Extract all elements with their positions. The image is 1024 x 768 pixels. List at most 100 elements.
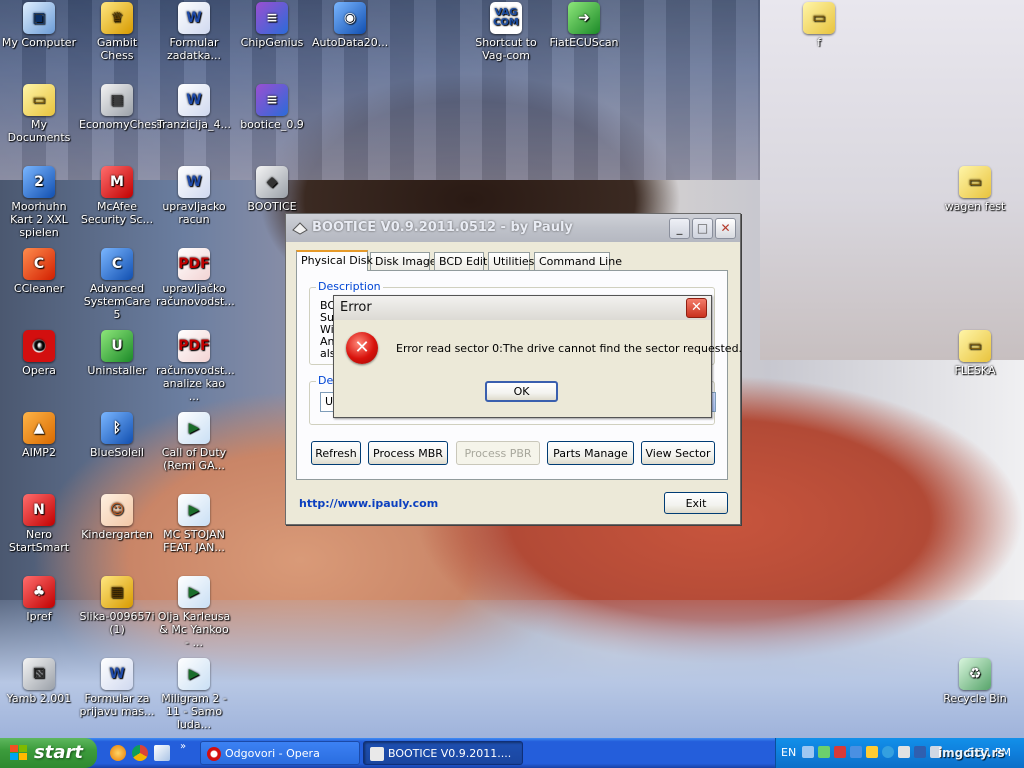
tab-disk-image[interactable]: Disk Image <box>370 252 437 270</box>
icon-label: FLESKA <box>954 364 996 377</box>
icon-label: Shortcut to Vag-com <box>475 36 537 62</box>
desktop-icon-bootice[interactable]: ◆ BOOTICE <box>233 166 311 213</box>
media-file-icon: ▶ <box>178 658 210 690</box>
desktop-icon-fleska[interactable]: ▭ FLESKA <box>936 330 1014 377</box>
application-window-icon: ▤ <box>101 84 133 116</box>
desktop-icon-my-documents[interactable]: ▭ My Documents <box>0 84 78 144</box>
quicklaunch-firefox-icon[interactable] <box>110 745 126 761</box>
ok-button[interactable]: OK <box>485 381 558 402</box>
taskbar-item-opera[interactable]: Odgovori - Opera <box>200 741 360 765</box>
quicklaunch-chrome-icon[interactable] <box>132 745 148 761</box>
process-pbr-button: Process PBR <box>456 441 540 465</box>
icon-label: Advanced SystemCare 5 <box>83 282 151 321</box>
desktop-icon-uninstaller[interactable]: U Uninstaller <box>78 330 156 377</box>
tray-systemcare-icon[interactable] <box>882 746 894 758</box>
desktop-icon-aimp2[interactable]: ▲ AIMP2 <box>0 412 78 459</box>
minimize-button[interactable]: _ <box>669 218 690 239</box>
tab-utilities[interactable]: Utilities <box>488 252 534 270</box>
language-indicator[interactable]: EN <box>781 738 796 768</box>
media-file-icon: ▶ <box>178 576 210 608</box>
icon-label: FiatECUScan <box>549 36 619 49</box>
desktop-icon-mcafee[interactable]: M McAfee Security Sc... <box>78 166 156 226</box>
watermark: imgcity.rs <box>938 746 1005 760</box>
desktop-icon-advanced-systemcare[interactable]: C Advanced SystemCare 5 <box>78 248 156 321</box>
desktop-icon-upravljacko-racun[interactable]: W upravljacko racun <box>155 166 233 226</box>
icon-label: Kindergarten <box>81 528 153 541</box>
start-button[interactable]: start <box>0 738 97 768</box>
desktop-icon-folder-f[interactable]: ▭ f <box>780 2 858 49</box>
view-sector-button[interactable]: View Sector <box>641 441 715 465</box>
icon-label: wagen fest <box>944 200 1006 213</box>
desktop-icon-mc-stojan[interactable]: ▶ MC STOJAN FEAT. JAN... <box>155 494 233 554</box>
tab-bcd-edit[interactable]: BCD Edit <box>434 252 487 270</box>
computer-icon: ▣ <box>23 2 55 34</box>
desktop-icon-ipref[interactable]: ♣ Ipref <box>0 576 78 623</box>
folder-icon: ▭ <box>959 330 991 362</box>
moorhuhn-icon: 2 <box>23 166 55 198</box>
desktop-icon-ccleaner[interactable]: C CCleaner <box>0 248 78 295</box>
archive-icon: ≡ <box>256 2 288 34</box>
desktop-icon-wagen-fest[interactable]: ▭ wagen fest <box>936 166 1014 213</box>
close-button[interactable]: ✕ <box>715 218 736 239</box>
windows-flag-icon <box>10 745 27 760</box>
desktop-icon-miligram[interactable]: ▶ Miligram 2 - 11 - Samo luda... <box>155 658 233 731</box>
exit-button[interactable]: Exit <box>664 492 728 514</box>
tray-network-icon[interactable] <box>802 746 814 758</box>
quicklaunch-explorer-icon[interactable] <box>154 745 170 761</box>
tray-display-icon[interactable] <box>898 746 910 758</box>
bootice-icon: ◆ <box>256 166 288 198</box>
icon-label: Miligram 2 - 11 - Samo luda... <box>161 692 227 731</box>
desktop-icon-my-computer[interactable]: ▣ My Computer <box>0 2 78 49</box>
desktop-icon-moorhuhn[interactable]: 2 Moorhuhn Kart 2 XXL spielen <box>0 166 78 239</box>
icon-label: My Computer <box>1 36 77 49</box>
icon-label: Olja Karleusa & Mc Yankoo - ... <box>157 610 231 649</box>
desktop-icon-economychess[interactable]: ▤ EconomyChess <box>78 84 163 131</box>
desktop-icon-call-of-duty[interactable]: ▶ Call of Duty (Remi GA... <box>155 412 233 472</box>
process-mbr-button[interactable]: Process MBR <box>368 441 448 465</box>
quicklaunch-chevron-icon[interactable]: » <box>180 742 190 752</box>
icon-label: AIMP2 <box>22 446 56 459</box>
error-dialog-title-bar[interactable]: Error ✕ <box>334 296 711 320</box>
desktop-icon-yamb[interactable]: ⚄ Yamb 2.001 <box>0 658 78 705</box>
desktop-icon-opera[interactable]: O Opera <box>0 330 78 377</box>
bluetooth-icon: ᛒ <box>101 412 133 444</box>
desktop-icon-autodata[interactable]: ◉ AutoData20... <box>311 2 389 49</box>
opera-icon: O <box>23 330 55 362</box>
icon-label: upravljačko računovodst... <box>156 282 235 308</box>
archive-icon: ≡ <box>256 84 288 116</box>
desktop-icon-slika[interactable]: ▦ Slika-009657i (1) <box>78 576 156 636</box>
desktop-icon-vag-com[interactable]: VAG COM Shortcut to Vag-com <box>467 2 545 62</box>
tray-shield-icon[interactable] <box>914 746 926 758</box>
icon-label: Slika-009657i (1) <box>79 610 155 636</box>
tray-security-icon[interactable] <box>834 746 846 758</box>
error-dialog-close-button[interactable]: ✕ <box>686 298 707 318</box>
desktop-icon-fiatecuscan[interactable]: ➜ FiatECUScan <box>545 2 623 49</box>
desktop-icon-formular-prijavu[interactable]: W Formular za prijavu mas... <box>78 658 156 718</box>
desktop-icon-gambit-chess[interactable]: ♛ Gambit Chess <box>78 2 156 62</box>
desktop-icon-bluesoleil[interactable]: ᛒ BlueSoleil <box>78 412 156 459</box>
tab-command-line[interactable]: Command Line <box>534 252 622 270</box>
tray-bluetooth-icon[interactable] <box>850 746 862 758</box>
tray-update-icon[interactable] <box>866 746 878 758</box>
parts-manage-button[interactable]: Parts Manage <box>547 441 634 465</box>
desktop-icon-kindergarten[interactable]: ☺ Kindergarten <box>78 494 156 541</box>
desktop-icon-upravljacko-pdf[interactable]: PDF upravljačko računovodst... <box>155 248 235 308</box>
desktop-icon-chipgenius[interactable]: ≡ ChipGenius <box>233 2 311 49</box>
desktop-icon-racunovodst-analize[interactable]: PDF računovodst... analize kao ... <box>155 330 235 403</box>
desktop-icon-bootice-archive[interactable]: ≡ bootice_0.9 <box>233 84 311 131</box>
tab-physical-disk[interactable]: Physical Disk <box>296 250 373 271</box>
refresh-button[interactable]: Refresh <box>311 441 361 465</box>
desktop-icon-olja-karleusa[interactable]: ▶ Olja Karleusa & Mc Yankoo - ... <box>155 576 233 649</box>
desktop-icon-tranzicija[interactable]: W Tranzicija_4... <box>155 84 233 131</box>
error-icon: ✕ <box>346 332 378 364</box>
tray-safe-remove-icon[interactable] <box>818 746 830 758</box>
desktop-icon-nero[interactable]: N Nero StartSmart <box>0 494 78 554</box>
desktop-icon-formular-zadatka[interactable]: W Formular zadatka... <box>155 2 233 62</box>
desktop-icon-recycle-bin[interactable]: ♻ Recycle Bin <box>936 658 1014 705</box>
ipauly-link[interactable]: http://www.ipauly.com <box>299 497 438 510</box>
icon-label: CCleaner <box>13 282 65 295</box>
bootice-title-bar[interactable]: BOOTICE V0.9.2011.0512 - by Pauly _ □ ✕ <box>286 214 740 242</box>
taskbar-item-bootice[interactable]: BOOTICE V0.9.2011.... <box>363 741 523 765</box>
maximize-button[interactable]: □ <box>692 218 713 239</box>
icon-label: bootice_0.9 <box>240 118 304 131</box>
